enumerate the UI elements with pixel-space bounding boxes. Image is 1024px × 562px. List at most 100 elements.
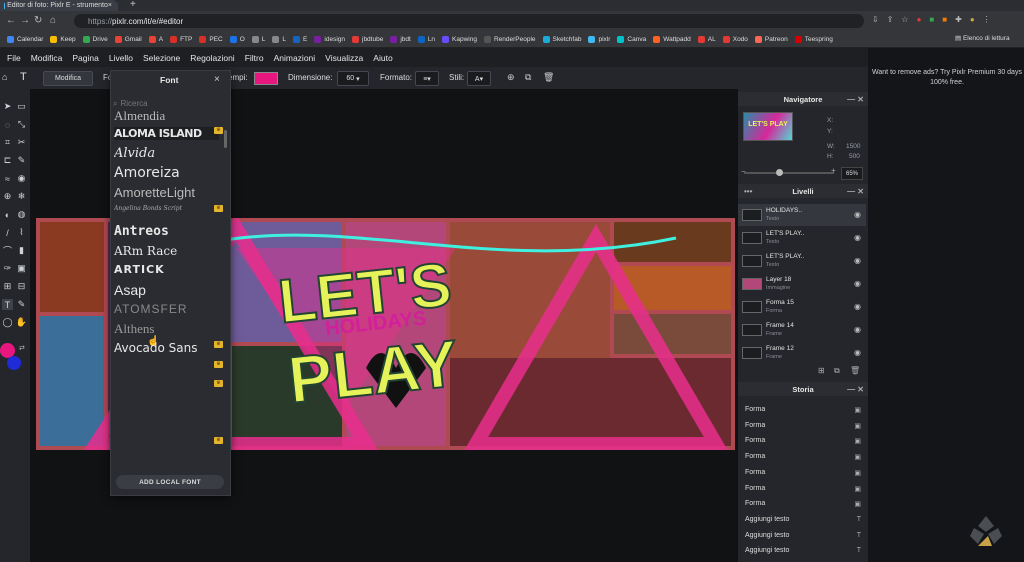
ad-text[interactable]: Want to remove ads? Try Pixlr Premium 30… <box>872 68 1022 88</box>
zoom-slider[interactable] <box>744 172 834 174</box>
history-item[interactable]: Aggiungi testo T <box>745 532 863 539</box>
crop-icon[interactable]: ⌗ <box>2 137 13 148</box>
font-item[interactable]: Alvida <box>114 146 219 161</box>
clone-icon[interactable]: ⊕ <box>2 191 13 202</box>
history-item[interactable]: Forma ▣ <box>745 406 863 414</box>
panel-controls[interactable]: — ✕ <box>847 187 864 196</box>
bookmark-item[interactable]: A <box>148 35 163 43</box>
wand-icon[interactable]: ⤡ <box>16 119 27 130</box>
brush-icon[interactable]: ⌇ <box>16 227 27 238</box>
menu-visualizza[interactable]: Visualizza <box>325 53 363 63</box>
home-icon[interactable]: ⌂ <box>2 72 7 82</box>
visibility-eye-icon[interactable]: ◉ <box>854 302 861 311</box>
extension-red-icon[interactable]: ● <box>917 15 922 24</box>
menu-filtro[interactable]: Filtro <box>245 53 264 63</box>
bookmark-item[interactable]: Calendar <box>7 35 43 43</box>
duplicate-layer-icon[interactable]: ⧉ <box>834 366 840 376</box>
heal-icon[interactable]: ◉ <box>16 173 27 184</box>
profile-avatar[interactable]: ● <box>970 15 975 24</box>
bookmark-item[interactable]: Xodo <box>722 35 748 43</box>
layer-row[interactable]: Frame 12 Frame ◉ <box>738 342 866 364</box>
bookmark-item[interactable]: Gmail <box>114 35 142 43</box>
style-select[interactable]: A▾ <box>467 71 491 86</box>
marquee-icon[interactable]: ▭ <box>16 101 27 112</box>
liquify-icon[interactable]: ⊏ <box>2 155 13 166</box>
font-item[interactable]: Amoreiza <box>114 165 219 181</box>
panel-controls[interactable]: — ✕ <box>847 385 864 394</box>
font-item[interactable]: ARm Race <box>114 244 219 258</box>
frame-icon[interactable]: ⊟ <box>16 281 27 292</box>
close-tab-icon[interactable]: × <box>108 2 112 9</box>
font-item[interactable]: Asap <box>114 282 219 298</box>
bookmark-item[interactable]: AL <box>697 35 716 43</box>
history-item[interactable]: Forma ▣ <box>745 437 863 445</box>
new-tab-icon[interactable]: + <box>130 0 136 10</box>
layer-row[interactable]: LET'S PLAY.. Testo ◉ <box>738 227 866 249</box>
forward-icon[interactable]: → <box>20 15 30 26</box>
bookmark-item[interactable]: jbdt <box>390 35 411 43</box>
bookmark-item[interactable]: L <box>272 35 286 43</box>
font-item[interactable]: Almendia <box>114 108 219 124</box>
bookmark-item[interactable]: Patreon <box>754 35 788 43</box>
visibility-eye-icon[interactable]: ◉ <box>854 210 861 219</box>
bookmark-item[interactable]: Teespring <box>794 35 833 43</box>
size-select[interactable]: 60 ▾ <box>337 71 369 86</box>
cut-icon[interactable]: ✂ <box>16 137 27 148</box>
text-icon[interactable]: T <box>2 299 13 310</box>
menu-regolazioni[interactable]: Regolazioni <box>190 53 234 63</box>
navigator-thumbnail[interactable]: LET'S PLAY <box>743 112 793 141</box>
install-icon[interactable]: ⇩ <box>872 15 879 24</box>
layer-row[interactable]: LET'S PLAY.. Testo ◉ <box>738 250 866 272</box>
bookmark-item[interactable]: Sketchfab <box>542 35 581 43</box>
bookmark-item[interactable]: Ln <box>417 35 435 43</box>
menu-file[interactable]: File <box>7 53 21 63</box>
blur-icon[interactable]: ◍ <box>16 209 27 220</box>
history-item[interactable]: Aggiungi testo T <box>745 516 863 523</box>
add-layer-icon[interactable]: ⊞ <box>818 366 825 375</box>
browser-tab[interactable]: Editor di foto: Pixlr E - strumento × <box>0 0 118 11</box>
eraser-icon[interactable]: ⌒ <box>2 245 13 256</box>
fill-icon[interactable]: ▮ <box>16 245 27 256</box>
add-icon[interactable]: ⊕ <box>507 72 515 83</box>
reading-list[interactable]: ▤ Elenco di lettura <box>955 34 1010 42</box>
zoom-in-icon[interactable]: + <box>831 166 836 175</box>
pen-icon[interactable]: ✎ <box>16 155 27 166</box>
bookmark-item[interactable]: idesign <box>314 35 345 43</box>
shape-icon[interactable]: ⊞ <box>2 281 13 292</box>
delete-icon[interactable]: 🗑 <box>543 72 554 83</box>
duplicate-icon[interactable]: ⧉ <box>525 72 531 83</box>
font-item[interactable]: AmoretteLight <box>114 185 219 200</box>
dodge-icon[interactable]: ◐ <box>2 209 13 220</box>
history-item[interactable]: Forma ▣ <box>745 453 863 461</box>
visibility-eye-icon[interactable]: ◉ <box>854 256 861 265</box>
circle-icon[interactable]: ◯ <box>2 317 13 328</box>
zoom-value[interactable]: 65% <box>841 167 863 180</box>
bookmark-item[interactable]: Kapwing <box>442 35 477 43</box>
bookmark-item[interactable]: pixlr <box>588 35 610 43</box>
share-icon[interactable]: ⇪ <box>887 15 894 24</box>
history-item[interactable]: Forma ▣ <box>745 469 863 477</box>
hand-icon[interactable]: ✋ <box>16 317 27 328</box>
history-item[interactable]: Forma ▣ <box>745 500 863 508</box>
visibility-eye-icon[interactable]: ◉ <box>854 325 861 334</box>
swap-colors-icon[interactable]: ⇄ <box>19 344 25 352</box>
menu-selezione[interactable]: Selezione <box>143 53 180 63</box>
smudge-icon[interactable]: ≈ <box>2 173 13 184</box>
history-item[interactable]: Forma ▣ <box>745 485 863 493</box>
layer-row[interactable]: Frame 14 Frame ◉ <box>738 319 866 341</box>
background-color-swatch[interactable] <box>7 356 21 370</box>
reload-icon[interactable]: ↻ <box>34 15 42 26</box>
bookmark-star-icon[interactable]: ☆ <box>901 15 908 24</box>
bookmark-item[interactable]: Drive <box>82 35 108 43</box>
gradient-icon[interactable]: ▣ <box>16 263 27 274</box>
extensions-puzzle-icon[interactable]: ✚ <box>955 15 962 24</box>
visibility-eye-icon[interactable]: ◉ <box>854 279 861 288</box>
font-item[interactable]: ARTICK <box>114 263 219 276</box>
lasso-icon[interactable]: ◌ <box>2 119 13 130</box>
back-icon[interactable]: ← <box>6 15 16 26</box>
visibility-eye-icon[interactable]: ◉ <box>854 233 861 242</box>
font-list-scrollbar[interactable] <box>224 130 227 148</box>
format-select[interactable]: ≡▾ <box>415 71 439 86</box>
layer-row[interactable]: HOLIDAYS.. Testo ◉ <box>738 204 866 226</box>
bookmark-item[interactable]: Canva <box>617 35 646 43</box>
